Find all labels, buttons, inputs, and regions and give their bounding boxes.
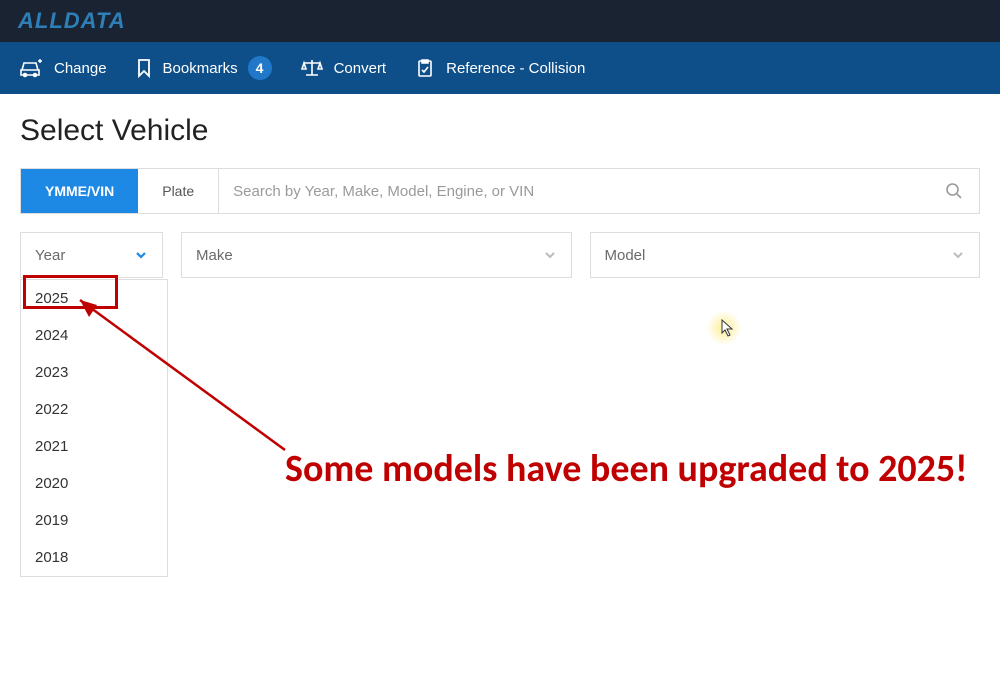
- year-option[interactable]: 2024: [21, 317, 167, 354]
- chevron-down-icon: [951, 248, 965, 262]
- search-button[interactable]: [929, 169, 979, 213]
- clipboard-icon: [414, 57, 436, 79]
- nav-change-label: Change: [54, 60, 107, 77]
- make-select-label: Make: [196, 247, 233, 264]
- search-input-wrap: [219, 169, 929, 213]
- year-option[interactable]: 2022: [21, 391, 167, 428]
- nav-bar: Change Bookmarks 4 Convert Reference - C…: [0, 42, 1000, 94]
- year-option[interactable]: 2020: [21, 465, 167, 502]
- year-dropdown[interactable]: 2025 2024 2023 2022 2021 2020 2019 2018: [20, 279, 168, 577]
- chevron-down-icon: [543, 248, 557, 262]
- car-icon: [18, 57, 44, 79]
- logo: ALLDATA: [18, 8, 126, 34]
- nav-reference[interactable]: Reference - Collision: [414, 57, 585, 79]
- tab-ymme-vin[interactable]: YMME/VIN: [21, 169, 138, 213]
- content-area: Select Vehicle YMME/VIN Plate Year 2025 …: [0, 94, 1000, 298]
- make-select[interactable]: Make: [181, 232, 571, 278]
- page-title: Select Vehicle: [20, 114, 980, 148]
- search-input[interactable]: [233, 183, 915, 200]
- model-select-label: Model: [605, 247, 646, 264]
- nav-change[interactable]: Change: [18, 57, 107, 79]
- year-option[interactable]: 2025: [21, 280, 167, 317]
- year-option[interactable]: 2018: [21, 539, 167, 576]
- search-row: YMME/VIN Plate: [20, 168, 980, 214]
- year-option[interactable]: 2019: [21, 502, 167, 539]
- nav-reference-label: Reference - Collision: [446, 60, 585, 77]
- year-select[interactable]: Year 2025 2024 2023 2022 2021 2020 2019 …: [20, 232, 163, 278]
- annotation-text: Some models have been upgraded to 2025!: [285, 445, 968, 494]
- nav-bookmarks-label: Bookmarks: [163, 60, 238, 77]
- year-option[interactable]: 2023: [21, 354, 167, 391]
- chevron-down-icon: [134, 248, 148, 262]
- cursor-highlight: [706, 310, 742, 346]
- cursor-icon: [720, 318, 736, 338]
- select-row: Year 2025 2024 2023 2022 2021 2020 2019 …: [20, 232, 980, 278]
- bookmarks-badge: 4: [248, 56, 272, 80]
- nav-convert-label: Convert: [334, 60, 387, 77]
- tab-plate[interactable]: Plate: [138, 169, 219, 213]
- top-bar: ALLDATA: [0, 0, 1000, 42]
- nav-bookmarks[interactable]: Bookmarks 4: [135, 56, 272, 80]
- bookmark-icon: [135, 57, 153, 79]
- nav-convert[interactable]: Convert: [300, 57, 387, 79]
- search-icon: [945, 182, 963, 200]
- scale-icon: [300, 57, 324, 79]
- model-select[interactable]: Model: [590, 232, 980, 278]
- year-option[interactable]: 2021: [21, 428, 167, 465]
- year-select-label: Year: [35, 247, 65, 264]
